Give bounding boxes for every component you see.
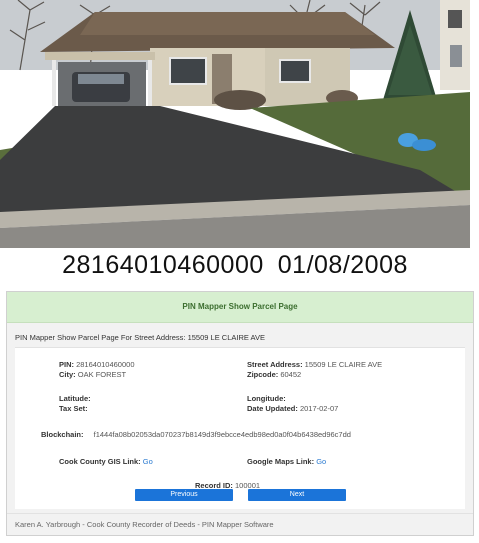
date-updated-label: Date Updated: [247, 404, 298, 413]
parcel-details: PIN: 28164010460000 City: OAK FOREST Str… [15, 347, 465, 509]
parcel-panel: PIN Mapper Show Parcel Page PIN Mapper S… [6, 291, 474, 536]
street-field: Street Address: 15509 LE CLAIRE AVE [247, 360, 382, 369]
pin-value: 28164010460000 [76, 360, 135, 369]
maps-link-field: Google Maps Link: Go [247, 457, 326, 466]
pin-label: PIN: [59, 360, 74, 369]
latitude-field: Latitude: [59, 394, 91, 403]
zip-label: Zipcode: [247, 370, 279, 379]
maps-go-link[interactable]: Go [316, 457, 326, 466]
zip-value: 60452 [280, 370, 302, 379]
zip-field: Zipcode: 60452 [247, 370, 301, 379]
gis-go-link[interactable]: Go [143, 457, 153, 466]
house-photo-image [0, 0, 470, 248]
latitude-label: Latitude: [59, 394, 91, 403]
panel-subheading: PIN Mapper Show Parcel Page For Street A… [15, 333, 265, 342]
street-value: 15509 LE CLAIRE AVE [304, 360, 383, 369]
blockchain-field: Blockchain: f1444fa08b02053da070237b8149… [41, 430, 351, 439]
photo-caption: 28164010460000 01/08/2008 [0, 248, 470, 282]
city-value: OAK FOREST [77, 370, 127, 379]
photo-date: 01/08/2008 [277, 251, 408, 279]
previous-button[interactable]: Previous [135, 489, 233, 501]
longitude-field: Longitude: [247, 394, 286, 403]
city-field: City: OAK FOREST [59, 370, 126, 379]
city-label: City: [59, 370, 76, 379]
panel-footer: Karen A. Yarbrough - Cook County Recorde… [7, 513, 473, 535]
blockchain-label: Blockchain: [41, 430, 84, 439]
maps-label: Google Maps Link: [247, 457, 315, 466]
parcel-photo [0, 0, 470, 248]
next-button[interactable]: Next [248, 489, 346, 501]
date-updated-value: 2017-02-07 [299, 404, 339, 413]
taxset-label: Tax Set: [59, 404, 88, 413]
gis-link-field: Cook County GIS Link: Go [59, 457, 153, 466]
longitude-label: Longitude: [247, 394, 286, 403]
gis-label: Cook County GIS Link: [59, 457, 141, 466]
taxset-field: Tax Set: [59, 404, 88, 413]
pin-field: PIN: 28164010460000 [59, 360, 135, 369]
photo-parcel-number: 28164010460000 [62, 251, 264, 279]
panel-heading: PIN Mapper Show Parcel Page [7, 292, 473, 323]
blockchain-value: f1444fa08b02053da070237b8149d3f9ebcce4ed… [93, 430, 351, 439]
date-updated-field: Date Updated: 2017-02-07 [247, 404, 338, 413]
street-label: Street Address: [247, 360, 303, 369]
